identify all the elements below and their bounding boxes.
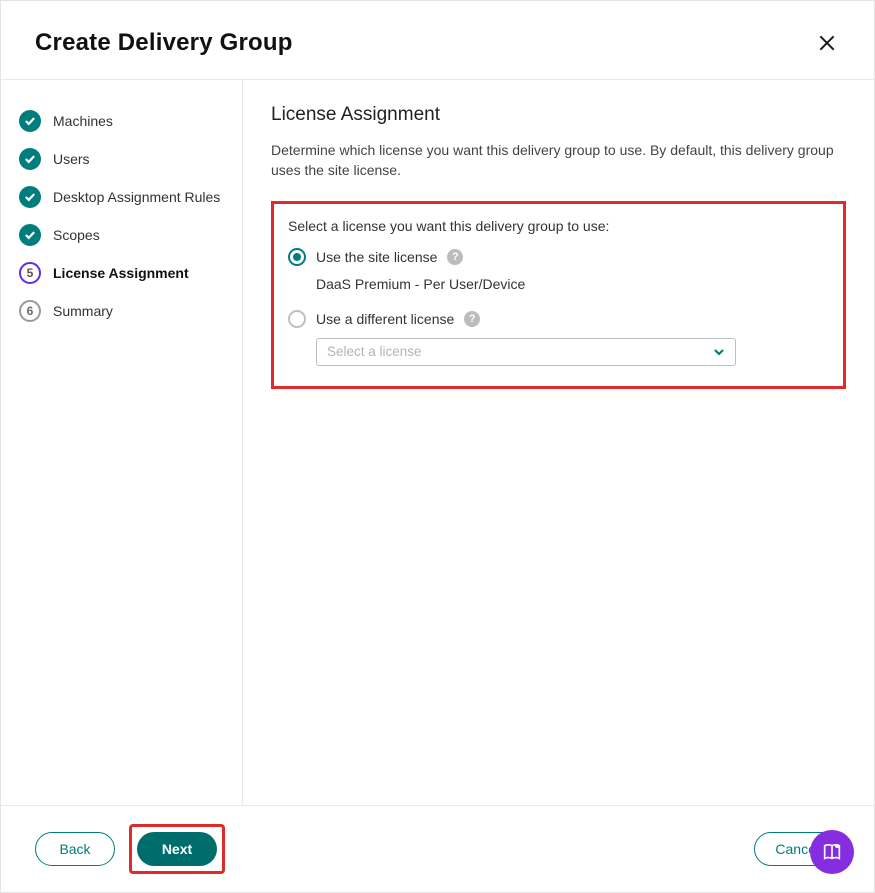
- step-number-icon: 5: [19, 262, 41, 284]
- wizard-sidebar: Machines Users Desktop Assignment Rules …: [1, 80, 243, 805]
- radio-different-license[interactable]: [288, 310, 306, 328]
- site-license-detail: DaaS Premium - Per User/Device: [316, 276, 829, 292]
- step-machines[interactable]: Machines: [19, 102, 230, 140]
- next-button-highlight: Next: [129, 824, 225, 874]
- step-label: Desktop Assignment Rules: [53, 189, 220, 205]
- dialog-header: Create Delivery Group: [1, 1, 874, 79]
- help-fab-button[interactable]: [810, 830, 854, 874]
- check-icon: [19, 186, 41, 208]
- step-license-assignment[interactable]: 5 License Assignment: [19, 254, 230, 292]
- step-label: License Assignment: [53, 265, 189, 281]
- radio-label: Use a different license: [316, 311, 454, 327]
- back-button[interactable]: Back: [35, 832, 115, 866]
- radio-site-license[interactable]: [288, 248, 306, 266]
- dropdown-placeholder: Select a license: [327, 344, 422, 359]
- option-use-site-license[interactable]: Use the site license ?: [288, 248, 829, 266]
- check-icon: [19, 148, 41, 170]
- select-license-label: Select a license you want this delivery …: [288, 218, 829, 234]
- dialog-body: Machines Users Desktop Assignment Rules …: [1, 79, 874, 805]
- step-number-icon: 6: [19, 300, 41, 322]
- dialog-title: Create Delivery Group: [35, 29, 293, 57]
- step-desktop-assignment-rules[interactable]: Desktop Assignment Rules: [19, 178, 230, 216]
- check-icon: [19, 110, 41, 132]
- radio-label: Use the site license: [316, 249, 437, 265]
- step-summary[interactable]: 6 Summary: [19, 292, 230, 330]
- close-icon: [817, 33, 837, 53]
- step-users[interactable]: Users: [19, 140, 230, 178]
- help-icon[interactable]: ?: [464, 311, 480, 327]
- footer-left: Back Next: [35, 824, 225, 874]
- option-use-different-license[interactable]: Use a different license ?: [288, 310, 829, 328]
- main-panel: License Assignment Determine which licen…: [243, 80, 874, 805]
- step-label: Machines: [53, 113, 113, 129]
- next-button[interactable]: Next: [137, 832, 217, 866]
- license-select-dropdown[interactable]: Select a license: [316, 338, 736, 366]
- help-icon[interactable]: ?: [447, 249, 463, 265]
- step-label: Scopes: [53, 227, 100, 243]
- check-icon: [19, 224, 41, 246]
- step-label: Summary: [53, 303, 113, 319]
- create-delivery-group-dialog: Create Delivery Group Machines Users: [0, 0, 875, 893]
- license-options-highlight: Select a license you want this delivery …: [271, 201, 846, 389]
- section-title: License Assignment: [271, 104, 846, 126]
- help-book-icon: [821, 841, 843, 863]
- section-description: Determine which license you want this de…: [271, 140, 846, 181]
- step-label: Users: [53, 151, 90, 167]
- dialog-footer: Back Next Cancel: [1, 805, 874, 892]
- close-button[interactable]: [814, 30, 840, 56]
- chevron-down-icon: [713, 346, 725, 358]
- step-scopes[interactable]: Scopes: [19, 216, 230, 254]
